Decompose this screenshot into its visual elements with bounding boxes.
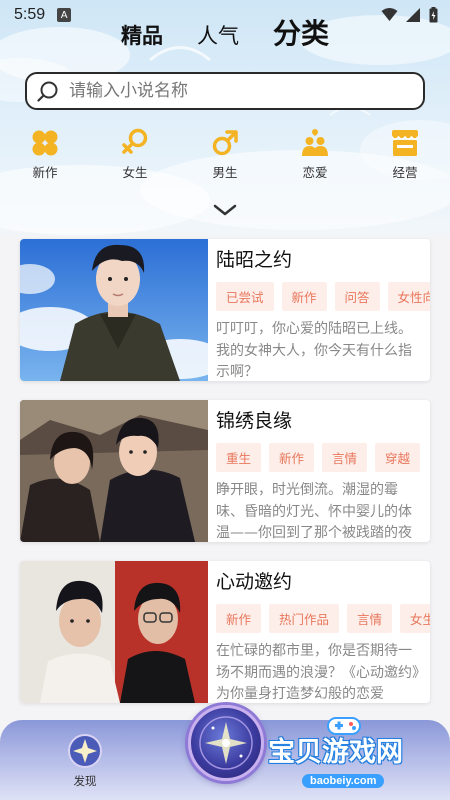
- book-cover-image: [20, 561, 208, 703]
- clover-icon: [30, 128, 60, 158]
- category-label: 新作: [32, 165, 58, 180]
- tab-category[interactable]: 分类: [273, 12, 329, 52]
- center-action-button[interactable]: [188, 705, 264, 781]
- watermark-url: baobeiy.com: [302, 774, 385, 788]
- category-business[interactable]: 经营: [360, 128, 450, 181]
- book-cover-image: [20, 239, 208, 381]
- tag-list: 重生 新作 言情 穿越: [216, 443, 430, 472]
- book-description: 睁开眼，时光倒流。潮湿的霉味、昏暗的灯光、怀中婴儿的体温——你回到了那个被践踏的…: [216, 482, 412, 541]
- book-card[interactable]: 心动邀约 新作 热门作品 言情 女生 在忙碌的都市里，你是否期待一场不期而遇的浪…: [20, 561, 430, 703]
- chevron-down-icon[interactable]: [213, 203, 237, 217]
- category-new[interactable]: 新作: [0, 128, 90, 181]
- tag-list: 新作 热门作品 言情 女生: [216, 604, 430, 633]
- category-label: 女生: [122, 165, 148, 180]
- tag[interactable]: 热门作品: [269, 604, 340, 633]
- book-list: 陆昭之约 已尝试 新作 问答 女性向 叮叮叮，你心爱的陆昭已上线。我的女神大人，…: [20, 239, 430, 722]
- tab-popular[interactable]: 人气: [197, 20, 239, 50]
- tag[interactable]: 重生: [216, 443, 262, 472]
- male-icon: [210, 128, 240, 158]
- book-title: 陆昭之约: [216, 249, 293, 271]
- category-label: 经营: [392, 165, 418, 180]
- category-row: 新作 女生 男生 恋爱 经营: [0, 128, 450, 181]
- tag[interactable]: 女性向: [387, 282, 430, 311]
- category-romance[interactable]: 恋爱: [270, 128, 360, 181]
- book-title: 锦绣良缘: [216, 410, 293, 432]
- book-card[interactable]: 陆昭之约 已尝试 新作 问答 女性向 叮叮叮，你心爱的陆昭已上线。我的女神大人，…: [20, 239, 430, 381]
- shop-icon: [390, 128, 420, 158]
- couple-icon: [300, 128, 330, 158]
- book-description: 在忙碌的都市里，你是否期待一场不期而遇的浪漫？《心动邀约》为你量身打造梦幻般的恋…: [216, 643, 419, 702]
- tag[interactable]: 女生: [400, 604, 430, 633]
- gamepad-icon: [327, 717, 361, 735]
- book-title: 心动邀约: [216, 571, 293, 593]
- search-icon: [37, 81, 58, 102]
- nav-discover[interactable]: 发现: [55, 733, 115, 789]
- tag[interactable]: 新作: [269, 443, 315, 472]
- search-input[interactable]: [69, 81, 389, 101]
- tag[interactable]: 已尝试: [216, 282, 274, 311]
- book-cover-image: [20, 400, 208, 542]
- watermark-logo: 宝贝游戏网 baobeiy.com: [268, 717, 444, 788]
- tag[interactable]: 新作: [281, 282, 327, 311]
- category-female[interactable]: 女生: [90, 128, 180, 181]
- book-info: 锦绣良缘 重生 新作 言情 穿越 睁开眼，时光倒流。潮湿的霉味、昏暗的灯光、怀中…: [208, 400, 430, 542]
- compass-star-icon: [68, 734, 102, 768]
- tag[interactable]: 新作: [216, 604, 262, 633]
- category-label: 男生: [212, 165, 238, 180]
- nav-label: 发现: [73, 774, 97, 788]
- category-label: 恋爱: [302, 165, 328, 180]
- tab-featured[interactable]: 精品: [121, 20, 163, 50]
- female-icon: [120, 128, 150, 158]
- book-card[interactable]: 锦绣良缘 重生 新作 言情 穿越 睁开眼，时光倒流。潮湿的霉味、昏暗的灯光、怀中…: [20, 400, 430, 542]
- search-bar[interactable]: [25, 72, 425, 110]
- top-tab-bar: 精品 人气 分类: [0, 12, 450, 52]
- tag[interactable]: 穿越: [375, 443, 421, 472]
- book-info: 陆昭之约 已尝试 新作 问答 女性向 叮叮叮，你心爱的陆昭已上线。我的女神大人，…: [208, 239, 430, 381]
- tag[interactable]: 言情: [347, 604, 393, 633]
- tag[interactable]: 言情: [322, 443, 368, 472]
- crystal-orb-icon: [199, 716, 253, 770]
- tag-list: 已尝试 新作 问答 女性向: [216, 282, 430, 311]
- book-info: 心动邀约 新作 热门作品 言情 女生 在忙碌的都市里，你是否期待一场不期而遇的浪…: [208, 561, 430, 703]
- book-description: 叮叮叮，你心爱的陆昭已上线。我的女神大人，你今天有什么指示啊？: [216, 321, 412, 380]
- tag[interactable]: 问答: [334, 282, 380, 311]
- category-male[interactable]: 男生: [180, 128, 270, 181]
